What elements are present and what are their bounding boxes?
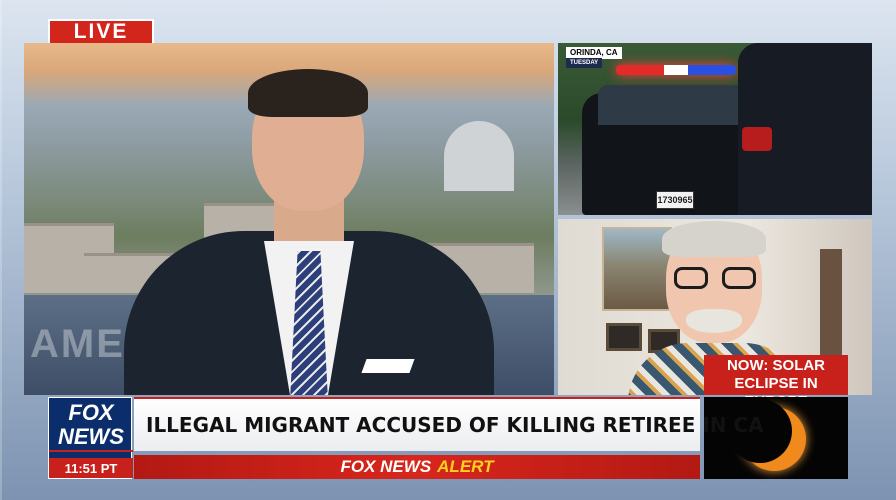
police-car-windshield	[598, 85, 748, 125]
eclipse-promo-label: NOW: SOLAR ECLIPSE IN EUROPE	[704, 355, 848, 410]
headline-text: ILLEGAL MIGRANT ACCUSED OF KILLING RETIR…	[146, 413, 764, 437]
second-vehicle	[738, 43, 872, 215]
alert-brand: FOX NEWS	[340, 457, 432, 476]
location-day: TUESDAY	[566, 58, 603, 68]
broadcast-time: 11:51 PT	[49, 458, 133, 478]
main-studio-video: AMERICA	[24, 43, 554, 395]
news-alert-strip: FOX NEWS ALERT	[134, 455, 700, 479]
guest-beard	[686, 309, 742, 333]
pocket-square	[361, 359, 415, 373]
license-plate: 1730965	[656, 191, 694, 209]
police-lightbar	[616, 65, 736, 75]
headline-bar: ILLEGAL MIGRANT ACCUSED OF KILLING RETIR…	[134, 397, 764, 451]
logo-news-text: NEWS	[58, 424, 124, 449]
police-car-video: 1730965 ORINDA, CA TUESDAY	[558, 43, 872, 215]
tail-light	[742, 127, 772, 151]
fox-news-logo: FOX NEWS 11:51 PT	[48, 397, 133, 479]
guest-hair	[662, 221, 766, 257]
guest-glasses	[674, 267, 756, 291]
photo-frame	[606, 323, 642, 351]
live-badge: LIVE	[48, 19, 154, 45]
alert-word: ALERT	[437, 457, 494, 476]
anchor-hair	[248, 69, 368, 117]
logo-stripe	[49, 450, 133, 452]
eclipse-promo-video	[704, 397, 848, 479]
news-anchor	[124, 69, 494, 395]
logo-fox-text: FOX	[68, 400, 114, 425]
